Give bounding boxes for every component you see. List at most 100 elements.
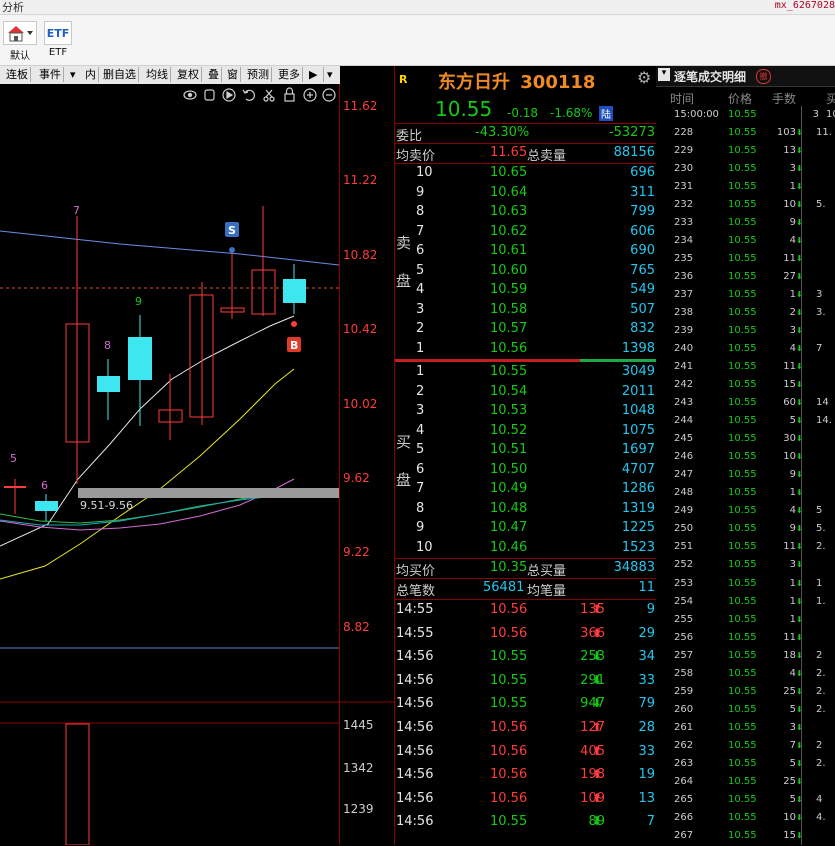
volume-tick: 1239 bbox=[343, 802, 374, 816]
trade-panel-dropdown-icon[interactable]: ▾ bbox=[658, 68, 670, 81]
trade-number: 249 bbox=[674, 505, 694, 517]
trade-extra: 11. bbox=[816, 127, 832, 138]
kline-chart[interactable]: 11.62 11.22 10.82 10.42 10.02 9.62 9.22 … bbox=[0, 84, 394, 845]
quote-panel: R 东方日升 300118 ⚙ 10.55 -0.18 -1.68% 陆 委比 … bbox=[394, 66, 658, 845]
trade-extra: 3 bbox=[816, 289, 823, 301]
tab-lianban[interactable]: 连板 bbox=[4, 67, 31, 82]
trade-column-header: 时间 价格 手数 买 bbox=[656, 88, 835, 106]
buy-level-row: 2 10.54 2011 bbox=[395, 383, 657, 402]
tick-row: 14:55 10.56 366 ⬆ 29 bbox=[395, 625, 657, 647]
etf-button[interactable]: ETF ETF bbox=[44, 21, 72, 63]
buy-price: 10.55 bbox=[490, 364, 528, 379]
sell-price: 10.56 bbox=[490, 340, 528, 356]
tab-overlay[interactable]: 叠 bbox=[206, 67, 222, 82]
ma-line-yellow bbox=[0, 368, 295, 580]
buy-level-row: 10 10.46 1523 bbox=[395, 539, 657, 558]
buy-price: 10.51 bbox=[490, 442, 528, 457]
counter-label: 5 bbox=[10, 452, 17, 465]
trade-price: 10.55 bbox=[728, 451, 757, 463]
price-change: -0.18 bbox=[507, 106, 539, 120]
trade-number: 252 bbox=[674, 559, 694, 571]
tab-ma[interactable]: 均线 bbox=[144, 67, 171, 82]
avg-sell-label: 均卖价 bbox=[396, 149, 436, 164]
toolbar-dropdown-icon[interactable]: ▾ bbox=[325, 67, 339, 82]
buy-level-row: 4 10.52 1075 bbox=[395, 422, 657, 441]
sell-level: 5 bbox=[416, 262, 425, 278]
lock-icon[interactable] bbox=[284, 87, 295, 102]
trade-row: 263 10.55 5 ⬇ 2. bbox=[656, 756, 835, 774]
buy-volume: 3049 bbox=[621, 364, 655, 379]
scissors-icon[interactable] bbox=[263, 89, 275, 102]
avg-sell-price: 11.65 bbox=[490, 145, 528, 160]
candle-body bbox=[128, 337, 152, 380]
trade-volume: 11 bbox=[783, 631, 796, 643]
trade-price: 10.55 bbox=[728, 469, 757, 481]
trade-volume: 13 bbox=[783, 145, 796, 157]
trade-price: 10.55 bbox=[728, 325, 757, 337]
zoom-out-icon[interactable] bbox=[322, 88, 336, 102]
trade-number: 239 bbox=[674, 325, 694, 337]
trade-price: 10.55 bbox=[728, 667, 757, 679]
sell-volume: 690 bbox=[630, 243, 655, 258]
sell-price: 10.65 bbox=[490, 165, 528, 180]
cancel-order-icon[interactable]: 撤 bbox=[756, 69, 771, 84]
default-layout-button[interactable]: 默认 bbox=[2, 21, 38, 63]
tick-row: 14:55 10.56 135 ⬆ 9 bbox=[395, 601, 657, 623]
tab-adjust[interactable]: 复权 bbox=[175, 67, 202, 82]
sell-volume: 696 bbox=[630, 165, 655, 180]
trade-extra: 1 bbox=[816, 577, 823, 589]
trade-number: 246 bbox=[674, 451, 694, 463]
trade-extra: 2. bbox=[816, 703, 826, 715]
tab-inner[interactable]: 内 bbox=[83, 67, 99, 82]
price-axis: 11.62 11.22 10.82 10.42 10.02 9.62 9.22 … bbox=[343, 99, 377, 634]
tick-count: 19 bbox=[638, 767, 655, 783]
hand-icon[interactable] bbox=[204, 89, 215, 101]
trade-price: 10.55 bbox=[728, 631, 757, 643]
sell-marker[interactable]: S bbox=[225, 222, 239, 253]
undo-icon[interactable] bbox=[242, 89, 255, 101]
eye-icon[interactable] bbox=[183, 90, 197, 100]
tab-forecast[interactable]: 预测 bbox=[245, 67, 272, 82]
zoom-in-icon[interactable] bbox=[303, 88, 317, 102]
trade-number: 265 bbox=[674, 793, 694, 805]
tab-window[interactable]: 窗 bbox=[225, 67, 241, 82]
arrow-down-icon: ⬇ bbox=[592, 696, 603, 711]
trade-volume: 25 bbox=[783, 685, 796, 697]
event-dropdown-icon[interactable]: ▾ bbox=[68, 67, 82, 82]
trade-price: 10.55 bbox=[728, 721, 757, 733]
sell-level-row: 7 10.62 606 bbox=[395, 223, 657, 242]
sell-price: 10.59 bbox=[490, 282, 528, 297]
trade-number: 264 bbox=[674, 775, 694, 787]
buy-level-row: 3 10.53 1048 bbox=[395, 402, 657, 421]
sell-level-row: 2 10.57 832 bbox=[395, 320, 657, 339]
buy-marker[interactable]: B bbox=[287, 321, 301, 352]
trade-extra: 3. bbox=[816, 307, 826, 319]
tab-event[interactable]: 事件 bbox=[37, 67, 64, 82]
buy-price: 10.48 bbox=[490, 500, 528, 516]
tick-price: 10.56 bbox=[490, 790, 528, 806]
trade-volume: 27 bbox=[783, 271, 796, 283]
trade-number: 240 bbox=[674, 343, 694, 355]
buy-volume: 4707 bbox=[621, 461, 655, 477]
settings-gear-icon[interactable]: ⚙ bbox=[637, 70, 653, 86]
tick-price: 10.56 bbox=[490, 602, 528, 617]
trade-column-divider bbox=[801, 106, 802, 845]
trade-price: 10.55 bbox=[728, 811, 757, 823]
tab-more[interactable]: 更多 bbox=[276, 67, 303, 82]
trade-row: 267 10.55 15 ⬇ bbox=[656, 828, 835, 846]
buy-level: 9 bbox=[416, 520, 425, 535]
trade-row: 260 10.55 5 ⬇ 2. bbox=[656, 702, 835, 720]
trade-row: 262 10.55 7 ⬇ 2 bbox=[656, 738, 835, 756]
tick-count: 33 bbox=[638, 672, 655, 688]
play-circle-icon[interactable] bbox=[222, 88, 236, 102]
price-tick: 10.42 bbox=[343, 322, 377, 336]
price-tick: 11.22 bbox=[343, 173, 377, 187]
tab-remove-favorite[interactable]: 删自选 bbox=[101, 67, 139, 82]
counter-label: 8 bbox=[104, 339, 111, 352]
trade-row: 253 10.55 1 ⬇ 1 bbox=[656, 576, 835, 594]
play-icon[interactable]: ▶ bbox=[307, 67, 324, 82]
trade-row: 257 10.55 18 ⬇ 2 bbox=[656, 648, 835, 666]
buy-price: 10.52 bbox=[490, 422, 528, 438]
trade-time: 15:00:00 bbox=[674, 109, 719, 120]
trade-row: 255 10.55 1 ⬇ bbox=[656, 612, 835, 630]
